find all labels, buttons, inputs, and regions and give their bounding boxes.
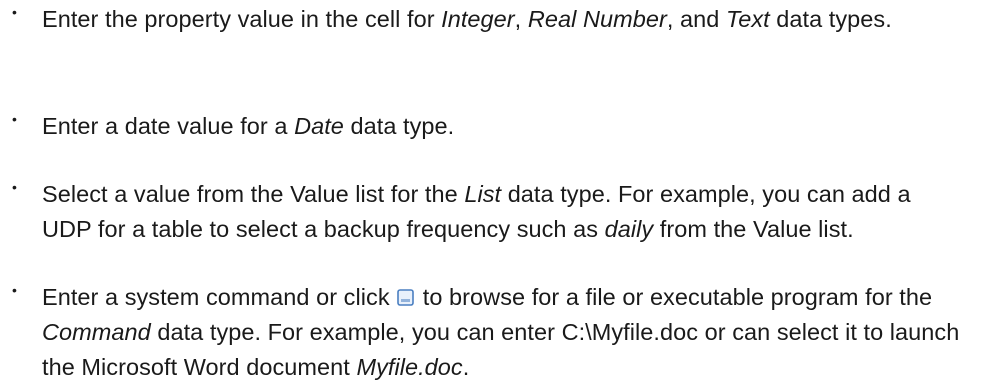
italic-term: daily bbox=[604, 216, 654, 242]
item-text: to browse for a file or executable progr… bbox=[416, 284, 933, 310]
bullet-marker: • bbox=[12, 179, 17, 195]
item-text: , bbox=[514, 6, 528, 32]
item-text: , and bbox=[666, 6, 726, 32]
italic-term: Text bbox=[725, 6, 770, 32]
item-text: data types. bbox=[769, 6, 892, 32]
bullet-marker: • bbox=[12, 4, 17, 20]
italic-term: Integer bbox=[441, 6, 515, 32]
browse-icon bbox=[397, 289, 415, 306]
item-text: from the Value list. bbox=[653, 216, 854, 242]
italic-term: Command bbox=[42, 319, 151, 345]
list-item: • Enter a date value for a Date data typ… bbox=[12, 109, 962, 144]
item-text: . bbox=[462, 354, 470, 380]
bullet-marker: • bbox=[12, 282, 17, 298]
list-item: • Enter the property value in the cell f… bbox=[12, 2, 962, 37]
item-text: Enter the property value in the cell for bbox=[42, 6, 442, 32]
item-text: Enter a date value for a bbox=[42, 113, 295, 139]
italic-term: Date bbox=[294, 113, 344, 139]
item-text: Select a value from the Value list for t… bbox=[42, 181, 465, 207]
item-text: Enter a system command or click bbox=[42, 284, 397, 310]
item-text: data type. For example, you can enter C:… bbox=[42, 319, 960, 380]
list-item: • Select a value from the Value list for… bbox=[12, 177, 962, 247]
bullet-marker: • bbox=[12, 111, 17, 127]
italic-term: Myfile.doc bbox=[356, 354, 463, 380]
list-item: • Enter a system command or click to bro… bbox=[12, 280, 972, 385]
item-text: data type. bbox=[343, 113, 455, 139]
italic-term: List bbox=[464, 181, 502, 207]
document-page: • Enter the property value in the cell f… bbox=[0, 0, 997, 385]
italic-term: Real Number bbox=[527, 6, 667, 32]
